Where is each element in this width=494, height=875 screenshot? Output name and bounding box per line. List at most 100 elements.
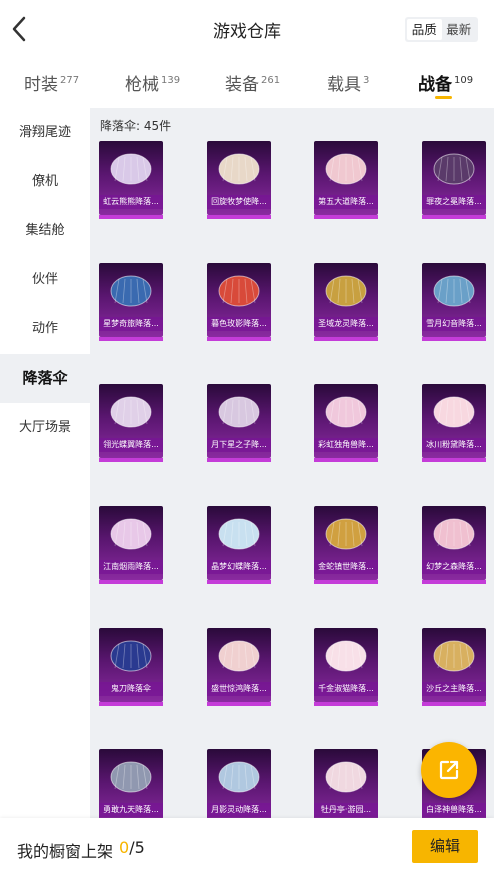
card-background: 虹云熊熊降落... — [99, 141, 163, 215]
parachute-icon — [110, 640, 152, 672]
parachute-icon — [110, 761, 152, 793]
parachute-card[interactable]: 月下星之子降... — [207, 384, 271, 462]
card-name: 彩虹独角兽降... — [314, 438, 378, 452]
card-name: 冰川粉黛降落... — [422, 438, 486, 452]
parachute-icon — [325, 275, 367, 307]
tab-label: 载具 — [327, 75, 361, 95]
sort-option-latest[interactable]: 最新 — [442, 19, 477, 40]
quality-bar — [314, 580, 378, 584]
parachute-card[interactable]: 罪夜之冕降落... — [422, 141, 486, 219]
item-count-label: 降落伞: 45件 — [100, 119, 172, 133]
card-background: 星梦奇旅降落... — [99, 263, 163, 337]
tab-weapons[interactable]: 枪械 139 — [125, 70, 180, 95]
sidebar-item-wingman[interactable]: 僚机 — [0, 157, 90, 206]
edit-button[interactable]: 编辑 — [412, 830, 478, 863]
card-background: 牡丹亭·游园... — [314, 749, 378, 818]
parachute-card[interactable]: 回旋牧梦使降... — [207, 141, 271, 219]
tab-vehicles[interactable]: 载具 3 — [327, 70, 369, 95]
parachute-card[interactable]: 月影灵动降落... — [207, 749, 271, 818]
card-name: 沙丘之主降落... — [422, 682, 486, 696]
tab-count: 261 — [261, 75, 281, 86]
sidebar-item-rally-pod[interactable]: 集结舱 — [0, 206, 90, 255]
parachute-icon — [433, 640, 475, 672]
parachute-icon — [218, 761, 260, 793]
tab-count: 109 — [454, 75, 474, 86]
quality-bar — [422, 702, 486, 706]
card-background: 勇敢九天降落... — [99, 749, 163, 818]
card-background: 暮色玫影降落... — [207, 263, 271, 337]
item-grid: 降落伞: 45件 虹云熊熊降落... 回旋牧梦使降... 第五大道降落... 罪夜之冕… — [90, 108, 494, 818]
card-name: 罪夜之冕降落... — [422, 195, 486, 209]
quality-bar — [207, 215, 271, 219]
card-name: 第五大道降落... — [314, 195, 378, 209]
card-name: 回旋牧梦使降... — [207, 195, 271, 209]
quality-bar — [99, 580, 163, 584]
card-name: 江南烟雨降落... — [99, 560, 163, 574]
quality-bar — [207, 702, 271, 706]
card-name: 雪月幻音降落... — [422, 317, 486, 331]
parachute-card[interactable]: 江南烟雨降落... — [99, 506, 163, 584]
parachute-card[interactable]: 虹云熊熊降落... — [99, 141, 163, 219]
quality-bar — [422, 337, 486, 341]
card-background: 月影灵动降落... — [207, 749, 271, 818]
parachute-icon — [110, 275, 152, 307]
parachute-card[interactable]: 星梦奇旅降落... — [99, 263, 163, 341]
tab-equipment[interactable]: 装备 261 — [225, 70, 280, 95]
parachute-card[interactable]: 第五大道降落... — [314, 141, 378, 219]
share-button[interactable] — [421, 742, 477, 798]
card-name: 月下星之子降... — [207, 438, 271, 452]
parachute-card[interactable]: 幻梦之森降落... — [422, 506, 486, 584]
parachute-icon — [218, 153, 260, 185]
quality-bar — [207, 458, 271, 462]
sidebar-item-glide-trail[interactable]: 滑翔尾迹 — [0, 108, 90, 157]
sort-option-quality[interactable]: 品质 — [407, 19, 442, 40]
parachute-icon — [325, 396, 367, 428]
parachute-card[interactable]: 盛世惊鸿降落... — [207, 628, 271, 706]
card-name: 虹云熊熊降落... — [99, 195, 163, 209]
parachute-icon — [218, 640, 260, 672]
sort-toggle: 品质 最新 — [405, 17, 478, 42]
sidebar-item-lobby-scene[interactable]: 大厅场景 — [0, 403, 90, 452]
parachute-card[interactable]: 沙丘之主降落... — [422, 628, 486, 706]
card-background: 圣域龙灵降落... — [314, 263, 378, 337]
card-name: 白泽神兽降落... — [422, 803, 486, 817]
card-background: 月下星之子降... — [207, 384, 271, 458]
parachute-card[interactable]: 暮色玫影降落... — [207, 263, 271, 341]
parachute-card[interactable]: 圣域龙灵降落... — [314, 263, 378, 341]
parachute-card[interactable]: 鬼刀降落伞 — [99, 628, 163, 706]
tab-fashion[interactable]: 时装 277 — [24, 70, 79, 95]
showcase-total: /5 — [129, 838, 145, 857]
quality-bar — [314, 702, 378, 706]
sidebar-item-emote[interactable]: 动作 — [0, 304, 90, 353]
parachute-icon — [218, 518, 260, 550]
category-tabs: 时装 277 枪械 139 装备 261 载具 3 战备 109 — [0, 62, 494, 106]
card-background: 千金淑猫降落... — [314, 628, 378, 702]
quality-bar — [99, 337, 163, 341]
showcase-label: 我的橱窗上架 — [17, 842, 114, 861]
card-background: 晶梦幻蝶降落... — [207, 506, 271, 580]
parachute-card[interactable]: 金蛇镇世降落... — [314, 506, 378, 584]
card-name: 勇敢九天降落... — [99, 803, 163, 817]
card-background: 回旋牧梦使降... — [207, 141, 271, 215]
card-name: 鬼刀降落伞 — [99, 682, 163, 696]
parachute-card[interactable]: 翎光蝶翼降落... — [99, 384, 163, 462]
sidebar-item-parachute[interactable]: 降落伞 — [0, 354, 90, 403]
parachute-icon — [325, 761, 367, 793]
bottom-bar: 我的橱窗上架 0/5 编辑 — [0, 818, 494, 875]
card-name: 金蛇镇世降落... — [314, 560, 378, 574]
card-name: 盛世惊鸿降落... — [207, 682, 271, 696]
parachute-card[interactable]: 勇敢九天降落... — [99, 749, 163, 818]
parachute-icon — [433, 275, 475, 307]
parachute-card[interactable]: 彩虹独角兽降... — [314, 384, 378, 462]
sidebar: 滑翔尾迹 僚机 集结舱 伙伴 动作 降落伞 大厅场景 — [0, 108, 90, 818]
tab-label: 装备 — [225, 75, 259, 95]
parachute-card[interactable]: 冰川粉黛降落... — [422, 384, 486, 462]
parachute-card[interactable]: 千金淑猫降落... — [314, 628, 378, 706]
quality-bar — [207, 337, 271, 341]
sidebar-item-partner[interactable]: 伙伴 — [0, 255, 90, 304]
parachute-card[interactable]: 晶梦幻蝶降落... — [207, 506, 271, 584]
tab-count: 277 — [60, 75, 80, 86]
tab-tactical[interactable]: 战备 109 — [418, 70, 473, 95]
parachute-card[interactable]: 牡丹亭·游园... — [314, 749, 378, 818]
parachute-card[interactable]: 雪月幻音降落... — [422, 263, 486, 341]
